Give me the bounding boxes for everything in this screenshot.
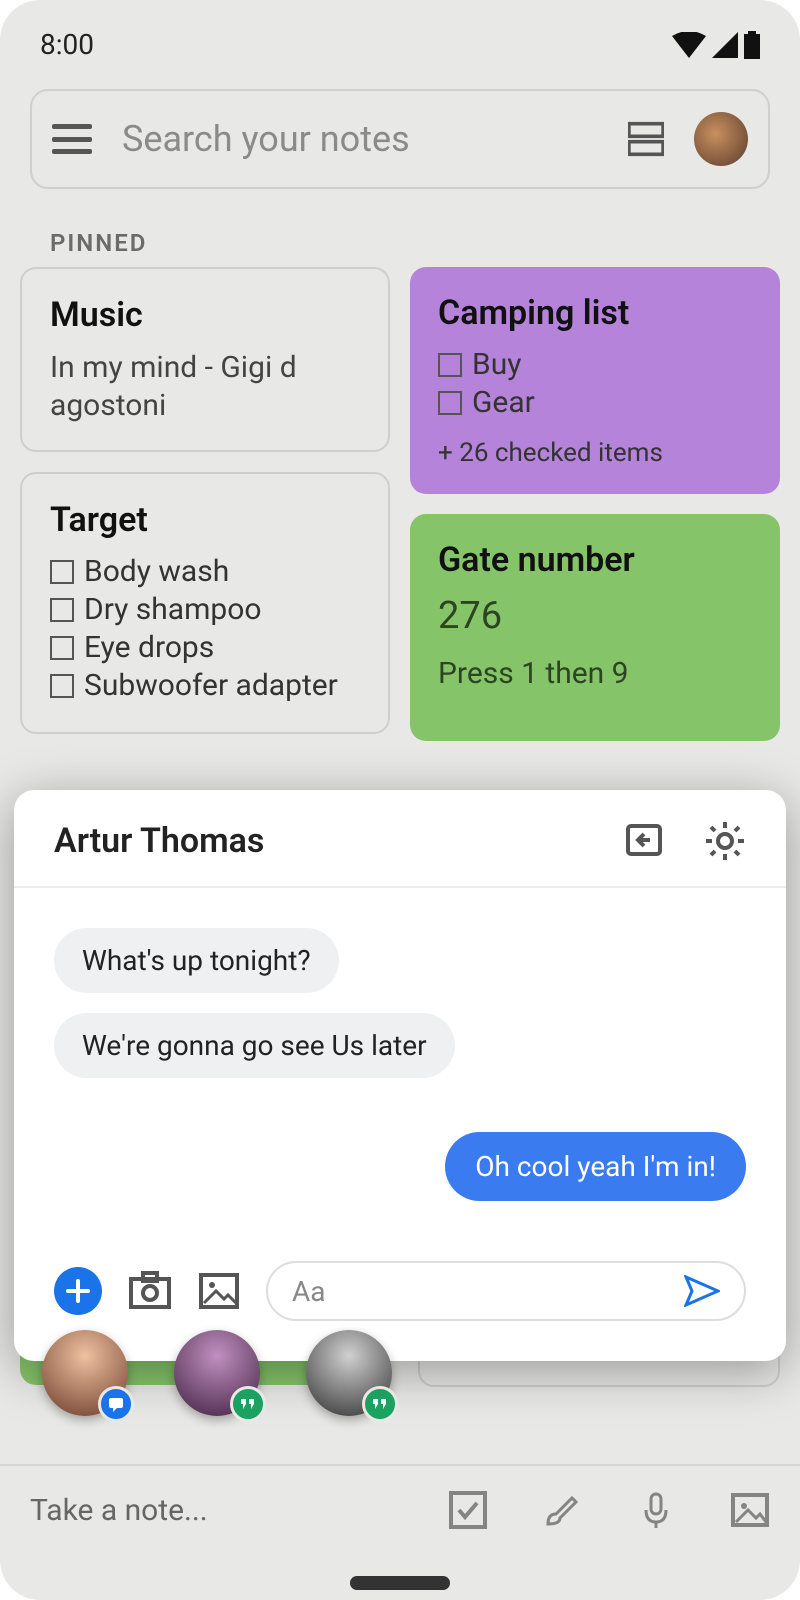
checked-items-summary: + 26 checked items [438, 438, 752, 468]
checklist-item: Buy [472, 347, 521, 382]
brush-icon[interactable] [542, 1490, 582, 1530]
note-title: Gate number [438, 540, 752, 580]
note-music[interactable]: Music In my mind - Gigi d agostoni [20, 267, 390, 452]
chat-head[interactable] [174, 1330, 260, 1416]
nav-pill[interactable] [350, 1576, 450, 1590]
collapse-icon[interactable] [624, 820, 664, 860]
view-toggle-icon[interactable] [628, 121, 664, 157]
chat-bubble-panel: Artur Thomas What's up tonight? We're go… [14, 790, 786, 1361]
chat-head[interactable] [306, 1330, 392, 1416]
message-incoming: We're gonna go see Us later [54, 1013, 455, 1078]
gear-icon[interactable] [704, 820, 746, 862]
checkbox-icon [50, 636, 74, 660]
hangouts-badge-icon [362, 1386, 398, 1422]
search-bar[interactable]: Search your notes [30, 89, 770, 189]
hangouts-badge-icon [230, 1386, 266, 1422]
image-icon[interactable] [730, 1490, 770, 1530]
note-gate[interactable]: Gate number 276 Press 1 then 9 [410, 514, 780, 741]
checkbox-icon [438, 391, 462, 415]
section-header-pinned: PINNED [50, 229, 800, 257]
message-outgoing: Oh cool yeah I'm in! [445, 1132, 746, 1201]
note-target[interactable]: Target Body wash Dry shampoo Eye drops S… [20, 472, 390, 734]
note-title: Camping list [438, 293, 752, 333]
mic-icon[interactable] [636, 1490, 676, 1530]
checklist-item: Body wash [84, 554, 229, 589]
chat-input-row: Aa [14, 1221, 786, 1321]
chat-header: Artur Thomas [14, 790, 786, 888]
chat-head[interactable] [42, 1330, 128, 1416]
checkbox-icon [438, 353, 462, 377]
checkbox-icon [50, 560, 74, 584]
note-title: Target [50, 500, 360, 540]
status-bar: 8:00 [0, 0, 800, 61]
note-camping[interactable]: Camping list Buy Gear + 26 checked items [410, 267, 780, 494]
note-body: In my mind - Gigi d agostoni [50, 349, 360, 424]
camera-icon[interactable] [128, 1271, 172, 1311]
checklist-icon[interactable] [448, 1490, 488, 1530]
chat-messages: What's up tonight? We're gonna go see Us… [14, 888, 786, 1221]
send-icon[interactable] [684, 1275, 720, 1307]
menu-icon[interactable] [52, 124, 92, 154]
chat-heads [42, 1330, 392, 1416]
checklist-item: Eye drops [84, 630, 214, 665]
plus-icon [65, 1278, 91, 1304]
chat-text-input[interactable]: Aa [266, 1261, 746, 1321]
clock: 8:00 [40, 28, 94, 61]
gate-note: Press 1 then 9 [438, 656, 752, 691]
checklist-item: Subwoofer adapter [84, 668, 338, 703]
take-note-input[interactable]: Take a note... [30, 1493, 448, 1528]
checklist-item: Dry shampoo [84, 592, 261, 627]
notes-grid: Music In my mind - Gigi d agostoni Targe… [0, 267, 800, 741]
messages-badge-icon [98, 1386, 134, 1422]
search-placeholder: Search your notes [122, 118, 598, 160]
chat-input-placeholder: Aa [292, 1275, 684, 1308]
chat-contact-name: Artur Thomas [54, 821, 624, 861]
gate-number: 276 [438, 594, 752, 638]
gallery-icon[interactable] [198, 1271, 240, 1311]
battery-icon [744, 31, 760, 59]
wifi-icon [672, 32, 706, 58]
note-title: Music [50, 295, 360, 335]
checkbox-icon [50, 598, 74, 622]
attach-button[interactable] [54, 1267, 102, 1315]
checkbox-icon [50, 674, 74, 698]
cellular-icon [712, 32, 738, 58]
message-incoming: What's up tonight? [54, 928, 339, 993]
account-avatar[interactable] [694, 112, 748, 166]
checklist-item: Gear [472, 385, 535, 420]
bottom-toolbar: Take a note... [0, 1464, 800, 1554]
